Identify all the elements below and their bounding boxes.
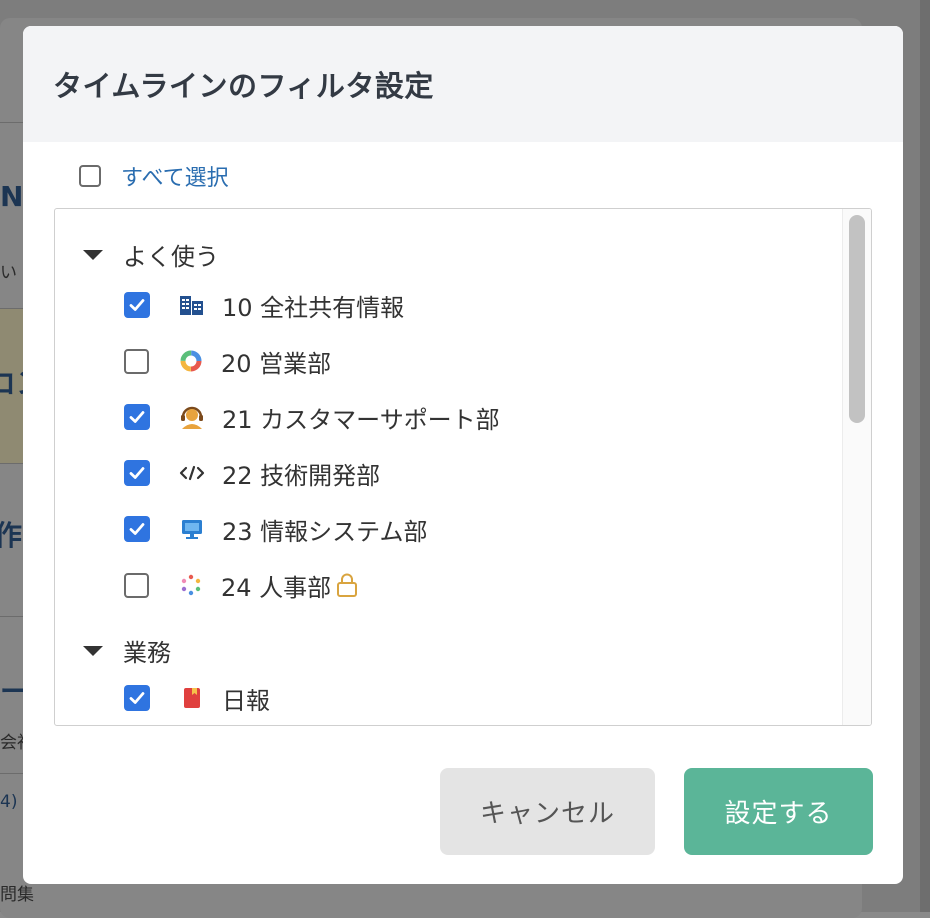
timeline-filter-list[interactable]: よく使う 10 全社共有情報 20 営業部 21 カスタマーサポート部 22 技… bbox=[54, 208, 872, 726]
lock-icon bbox=[335, 572, 359, 598]
list-item[interactable]: 23 情報システム部 bbox=[124, 514, 428, 546]
dialog-title: タイムラインのフィルタ設定 bbox=[53, 69, 434, 103]
check-icon bbox=[129, 411, 145, 423]
divider bbox=[0, 773, 24, 774]
list-item[interactable]: 日報 bbox=[124, 683, 270, 715]
cancel-button[interactable]: キャンセル bbox=[440, 768, 655, 855]
item-checkbox-checked[interactable] bbox=[124, 685, 150, 711]
check-icon bbox=[129, 299, 145, 311]
item-checkbox-unchecked[interactable] bbox=[124, 572, 149, 598]
scrollbar-thumb[interactable] bbox=[849, 215, 865, 423]
list-scrollbar[interactable] bbox=[842, 209, 871, 725]
item-checkbox-checked[interactable] bbox=[124, 460, 150, 486]
caret-down-icon bbox=[83, 249, 103, 260]
background-scrollbar bbox=[920, 0, 930, 912]
check-icon bbox=[129, 467, 145, 479]
monitor-icon bbox=[178, 515, 206, 543]
dialog-header: タイムラインのフィルタ設定 bbox=[23, 26, 903, 142]
item-checkbox-unchecked[interactable] bbox=[124, 348, 149, 374]
headset-icon bbox=[178, 403, 206, 431]
group-label: 業務 bbox=[123, 639, 171, 667]
filter-settings-dialog: タイムラインのフィルタ設定 すべて選択 よく使う 10 全社共有情報 20 営業… bbox=[23, 26, 903, 884]
group-toggle-frequent[interactable]: よく使う bbox=[83, 237, 219, 272]
group-label: よく使う bbox=[123, 243, 219, 271]
item-label: 日報 bbox=[222, 686, 270, 715]
dots-icon bbox=[177, 571, 205, 599]
list-item[interactable]: 20 営業部 bbox=[124, 346, 332, 378]
background-text: N bbox=[0, 180, 24, 213]
list-item[interactable]: 24 人事部 bbox=[124, 570, 359, 602]
item-label: 24 人事部 bbox=[221, 573, 332, 602]
check-icon bbox=[129, 692, 145, 704]
background-text: 4) bbox=[0, 792, 18, 812]
list-item[interactable]: 21 カスタマーサポート部 bbox=[124, 402, 500, 434]
item-label: 22 技術開発部 bbox=[222, 461, 381, 490]
ring-icon bbox=[177, 347, 205, 375]
divider bbox=[0, 463, 24, 464]
item-checkbox-checked[interactable] bbox=[124, 516, 150, 542]
building-icon bbox=[178, 291, 206, 319]
apply-settings-button[interactable]: 設定する bbox=[684, 768, 873, 855]
item-label: 10 全社共有情報 bbox=[222, 293, 405, 322]
item-label: 20 営業部 bbox=[221, 349, 332, 378]
bookmark-icon bbox=[178, 684, 206, 712]
group-toggle-business[interactable]: 業務 bbox=[83, 633, 171, 668]
select-all-row[interactable]: すべて選択 bbox=[79, 160, 229, 192]
background-text: い bbox=[0, 263, 17, 283]
check-icon bbox=[129, 523, 145, 535]
item-label: 23 情報システム部 bbox=[222, 517, 428, 546]
background-text: 作 bbox=[0, 519, 23, 552]
caret-down-icon bbox=[83, 645, 103, 656]
list-item[interactable]: 10 全社共有情報 bbox=[124, 290, 405, 322]
item-checkbox-checked[interactable] bbox=[124, 404, 150, 430]
divider bbox=[0, 616, 24, 617]
select-all-label[interactable]: すべて選択 bbox=[121, 160, 229, 192]
code-icon bbox=[178, 459, 206, 487]
list-item[interactable]: 22 技術開発部 bbox=[124, 458, 381, 490]
item-checkbox-checked[interactable] bbox=[124, 292, 150, 318]
item-label: 21 カスタマーサポート部 bbox=[222, 405, 500, 434]
divider bbox=[0, 122, 24, 123]
select-all-checkbox[interactable] bbox=[79, 165, 101, 187]
